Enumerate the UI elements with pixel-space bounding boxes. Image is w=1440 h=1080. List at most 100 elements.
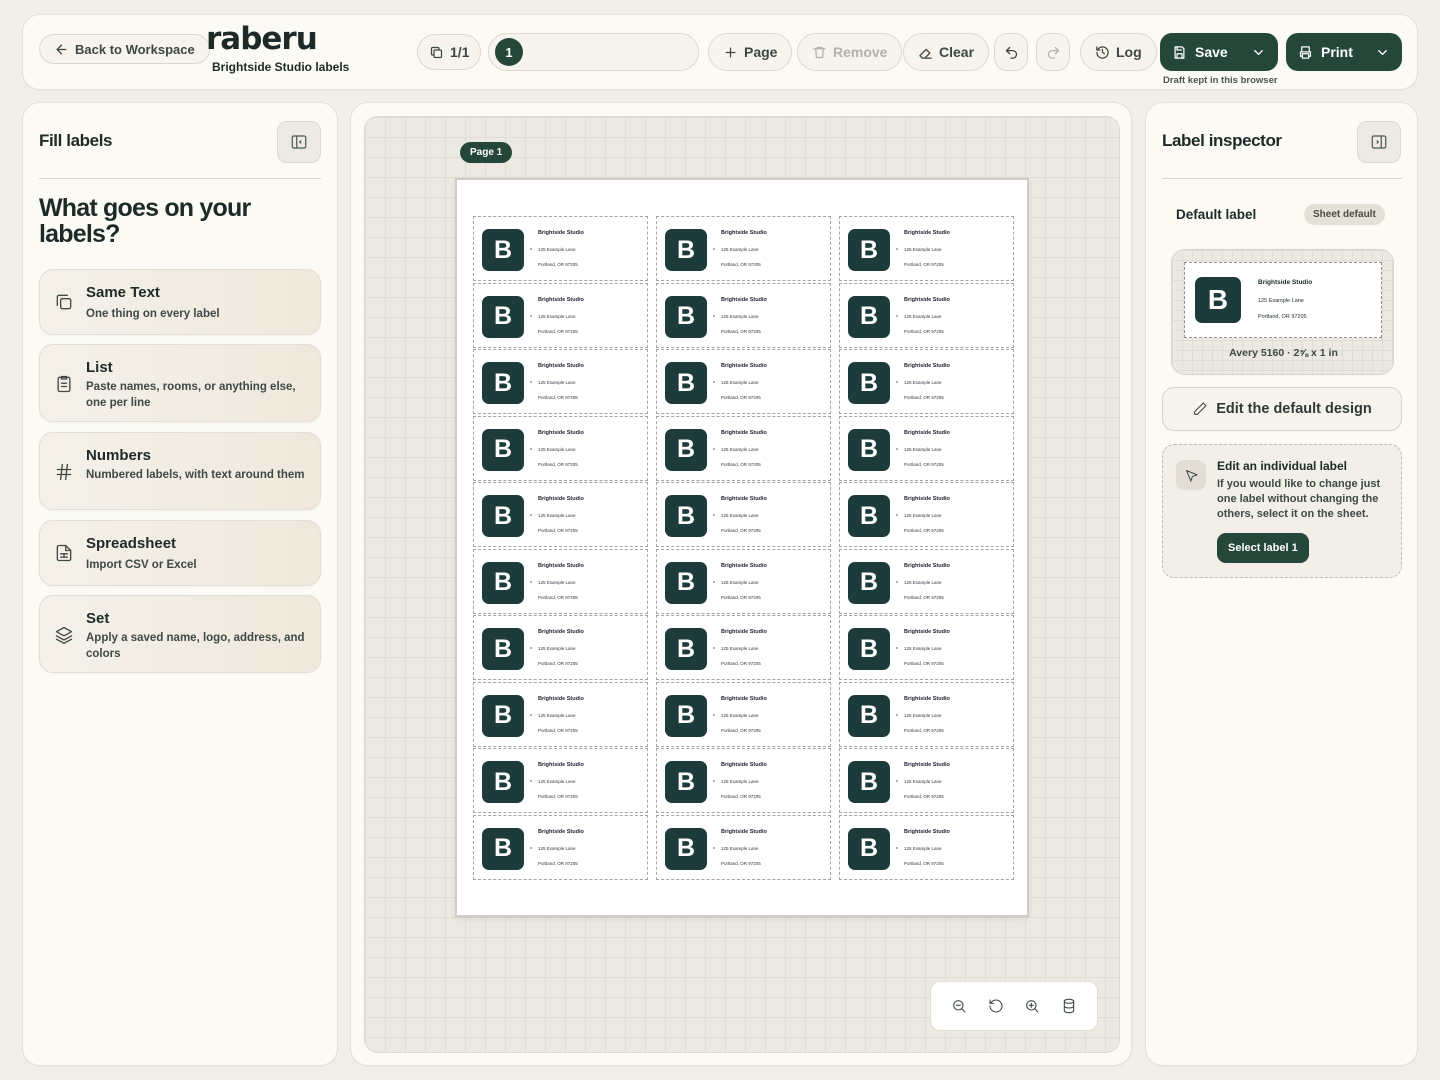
label-line-1: Brightside Studio	[538, 762, 584, 768]
data-button[interactable]	[1060, 997, 1078, 1015]
label-line-3: Portland, OR 97205	[721, 594, 761, 600]
label-bullet	[713, 713, 715, 716]
label-line-3: Portland, OR 97205	[721, 794, 761, 799]
logo-mark: B	[665, 761, 707, 803]
sheet-label[interactable]: B Brightside Studio 125 Example Lane Portla…	[473, 282, 648, 348]
remove-page-button[interactable]: Remove	[797, 33, 903, 71]
sheet-label[interactable]: B Brightside Studio 125 Example Lane Portla…	[473, 415, 648, 481]
sheet-label[interactable]: B Brightside Studio 125 Example Lane Portla…	[656, 415, 831, 481]
page-thumb-1[interactable]: 1	[495, 38, 523, 66]
sheet-label[interactable]: B Brightside Studio 125 Example Lane Portla…	[473, 216, 648, 281]
spreadsheet-icon	[54, 543, 74, 563]
sheet-label[interactable]: B Brightside Studio 125 Example Lane Portla…	[656, 349, 831, 414]
panel-right-icon	[1371, 135, 1387, 149]
option-list[interactable]: List Paste names, rooms, or anything els…	[39, 344, 321, 422]
label-line-1: Brightside Studio	[904, 296, 950, 303]
sheet-label[interactable]: B Brightside Studio 125 Example Lane Portla…	[839, 349, 1014, 414]
collapse-left-panel-button[interactable]	[277, 121, 321, 163]
back-to-workspace-button[interactable]: Back to Workspace	[39, 34, 210, 64]
sheet-label[interactable]: B Brightside Studio 125 Example Lane Portla…	[656, 548, 831, 614]
sheet-label[interactable]: B Brightside Studio 125 Example Lane Portla…	[839, 282, 1014, 348]
sheet-label[interactable]: B Brightside Studio 125 Example Lane Portla…	[839, 681, 1014, 747]
label-line-1: Brightside Studio	[721, 296, 767, 303]
label-line-2: 125 Example Lane	[904, 845, 942, 851]
label-line-2: 125 Example Lane	[538, 313, 576, 319]
chevron-down-icon[interactable]	[1251, 45, 1266, 60]
label-line-2: 125 Example Lane	[721, 313, 759, 319]
zoom-toolbar	[930, 981, 1098, 1031]
sheet-label[interactable]: B Brightside Studio 125 Example Lane Portla…	[839, 615, 1014, 680]
sheet-label[interactable]: B Brightside Studio 125 Example Lane Portla…	[473, 615, 648, 680]
print-button[interactable]: Print	[1286, 33, 1402, 71]
label-line-3: Portland, OR 97205	[538, 262, 578, 267]
label-bullet	[530, 248, 532, 250]
clear-button[interactable]: Clear	[903, 33, 990, 71]
label-bullet	[530, 514, 532, 516]
canvas[interactable]: Page 1 B Brightside Studio 125 Example Lan…	[364, 116, 1120, 1053]
option-title: List	[86, 359, 113, 376]
log-button[interactable]: Log	[1080, 33, 1157, 71]
label-bullet	[530, 846, 532, 849]
sheet-label[interactable]: B Brightside Studio 125 Example Lane Portla…	[656, 216, 831, 281]
sheet-label[interactable]: B Brightside Studio 125 Example Lane Portla…	[473, 548, 648, 614]
sheet-label[interactable]: B Brightside Studio 125 Example Lane Portla…	[839, 814, 1014, 880]
layers-icon	[54, 625, 74, 645]
sheet-label[interactable]: B Brightside Studio 125 Example Lane Portla…	[473, 748, 648, 813]
panel-left-icon	[291, 135, 307, 149]
page-counter: 1/1	[450, 44, 470, 60]
edit-default-label: Edit the default design	[1216, 401, 1372, 417]
save-button[interactable]: Save	[1160, 33, 1278, 71]
zoom-out-button[interactable]	[950, 997, 968, 1015]
sheet-label[interactable]: B Brightside Studio 125 Example Lane Portla…	[473, 482, 648, 547]
default-label-preview[interactable]: B Brightside Studio 125 Example Lane Por…	[1171, 249, 1394, 375]
label-line-1: Brightside Studio	[904, 695, 950, 702]
logo-mark: B	[848, 694, 890, 737]
label-line-1: Brightside Studio	[904, 363, 950, 369]
sheet-label[interactable]: B Brightside Studio 125 Example Lane Portla…	[656, 615, 831, 680]
sheet-label[interactable]: B Brightside Studio 125 Example Lane Portla…	[473, 681, 648, 747]
label-line-3: Portland, OR 97205	[538, 661, 578, 666]
option-set[interactable]: Set Apply a saved name, logo, address, a…	[39, 595, 321, 673]
individual-title: Edit an individual label	[1217, 459, 1348, 473]
label-line-2: 125 Example Lane	[904, 247, 942, 252]
sheet-label[interactable]: B Brightside Studio 125 Example Lane Portla…	[473, 349, 648, 414]
label-inspector-panel: Label inspector Default label Sheet defa…	[1145, 102, 1418, 1066]
page-counter-button[interactable]: 1/1	[417, 34, 482, 70]
save-label: Save	[1195, 44, 1228, 60]
label-sheet[interactable]: B Brightside Studio 125 Example Lane Portla…	[455, 178, 1029, 917]
sheet-label[interactable]: B Brightside Studio 125 Example Lane Portla…	[839, 548, 1014, 614]
sheet-label[interactable]: B Brightside Studio 125 Example Lane Portla…	[656, 482, 831, 547]
back-label: Back to Workspace	[75, 41, 195, 57]
option-spreadsheet[interactable]: Spreadsheet Import CSV or Excel	[39, 520, 321, 586]
collapse-right-panel-button[interactable]	[1357, 121, 1401, 163]
sheet-label[interactable]: B Brightside Studio 125 Example Lane Portla…	[839, 482, 1014, 547]
option-numbers[interactable]: Numbers Numbered labels, with text aroun…	[39, 432, 321, 510]
option-same-text[interactable]: Same Text One thing on every label	[39, 269, 321, 335]
sheet-label[interactable]: B Brightside Studio 125 Example Lane Portla…	[839, 748, 1014, 813]
sheet-label[interactable]: B Brightside Studio 125 Example Lane Portla…	[839, 415, 1014, 481]
label-bullet	[530, 580, 532, 583]
sheet-label[interactable]: B Brightside Studio 125 Example Lane Portla…	[656, 681, 831, 747]
chevron-down-icon[interactable]	[1375, 45, 1390, 60]
option-title: Spreadsheet	[86, 535, 177, 552]
label-line-3: Portland, OR 97205	[721, 528, 761, 533]
label-line-3: Portland, OR 97205	[904, 395, 944, 400]
redo-button[interactable]	[1036, 33, 1070, 71]
sheet-label[interactable]: B Brightside Studio 125 Example Lane Portla…	[473, 814, 648, 880]
edit-default-design-button[interactable]: Edit the default design	[1162, 387, 1402, 431]
add-page-button[interactable]: Page	[708, 33, 793, 71]
sheet-label[interactable]: B Brightside Studio 125 Example Lane Portla…	[656, 282, 831, 348]
undo-button[interactable]	[994, 33, 1028, 71]
sheet-label[interactable]: B Brightside Studio 125 Example Lane Portla…	[839, 216, 1014, 281]
zoom-in-button[interactable]	[1023, 997, 1041, 1015]
logo-mark: B	[482, 495, 524, 537]
label-format-caption: Avery 5160 · 2⅝ x 1 in	[1229, 347, 1338, 359]
sheet-label[interactable]: B Brightside Studio 125 Example Lane Portla…	[656, 814, 831, 880]
hash-icon	[54, 462, 74, 482]
sheet-label[interactable]: B Brightside Studio 125 Example Lane Portla…	[656, 748, 831, 813]
page-selector[interactable]: 1	[488, 33, 699, 71]
label-line-2: 125 Example Lane	[538, 779, 576, 784]
reset-zoom-button[interactable]	[987, 997, 1005, 1015]
select-label-button[interactable]: Select label 1	[1217, 533, 1309, 563]
option-desc: Numbered labels, with text around them	[86, 469, 305, 481]
